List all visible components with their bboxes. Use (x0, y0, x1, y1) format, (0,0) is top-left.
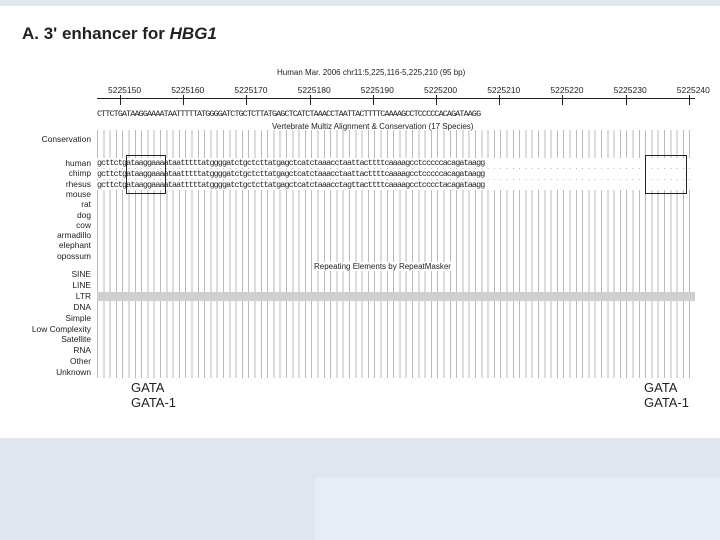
gata-left-line1: GATA (131, 380, 165, 395)
human-sequence: gcttctgataaggaaaataatttttatggggatctgctct… (97, 158, 695, 168)
species-label: human (65, 158, 91, 168)
ruler-tick (625, 95, 627, 105)
position-label: 5225180 (297, 85, 331, 95)
gata-right-line1: GATA (644, 380, 678, 395)
repeat-class-label: LTR (75, 290, 91, 301)
ruler-tick (183, 95, 185, 105)
position-label: 5225220 (550, 85, 584, 95)
position-label: 5225190 (360, 85, 394, 95)
species-label: elephant (58, 240, 91, 251)
position-label: 5225160 (171, 85, 205, 95)
species-label: mouse (65, 188, 91, 199)
conservation-label: Conservation (41, 134, 91, 144)
repeat-class-label: RNA (73, 345, 91, 356)
ruler-line (97, 98, 695, 99)
figure-title: A. 3' enhancer for HBG1 (22, 24, 217, 43)
bottom-box (315, 478, 720, 540)
position-label: 5225170 (234, 85, 268, 95)
ruler-tick (246, 95, 248, 105)
gata-box-right (645, 155, 687, 194)
repeat-class-label: Low Complexity (31, 323, 91, 334)
repeat-class-label: DNA (73, 301, 91, 312)
species-label: cow (76, 219, 91, 230)
repeat-class-label: Simple (65, 312, 91, 323)
ruler-tick (436, 95, 437, 105)
gata-right-line2: GATA-1 (644, 395, 690, 410)
rhesus-sequence: gcttctgataaggaaaataatttttatggggatctgctct… (97, 180, 695, 190)
species-label: chimp (68, 168, 91, 179)
gata-box-left (126, 155, 166, 194)
species-label: dog (77, 209, 91, 220)
ruler-tick (688, 95, 690, 105)
repeat-class-label: Other (70, 356, 91, 367)
species-label: armadillo (57, 230, 91, 241)
species-label: opossum (57, 250, 91, 261)
ruler-tick (309, 95, 311, 105)
repeat-class-label: SINE (71, 269, 91, 279)
gene-name: HBG1 (169, 24, 217, 43)
position-label: 5225210 (487, 85, 521, 95)
position-label: 5225150 (108, 85, 142, 95)
species-label: rhesus (65, 178, 91, 189)
repeat-class-label: Satellite (61, 334, 91, 345)
gata-label-right: GATA GATA-1 (644, 380, 689, 410)
gata-label-left: GATA GATA-1 (131, 380, 176, 410)
ruler-tick (120, 95, 121, 105)
repeat-class-label: Unknown (56, 367, 91, 378)
gata-left-line2: GATA-1 (131, 395, 177, 410)
ruler-tick (499, 95, 501, 105)
position-label: 5225230 (613, 85, 647, 95)
chimp-sequence: gcttctgataaggaaaataatttttatggggatctgctct… (97, 169, 695, 179)
assembly-label: Human Mar. 2006 chr11:5,225,116-5,225,21… (277, 68, 466, 77)
species-label: rat (81, 199, 91, 210)
position-label: 5225240 (676, 85, 710, 95)
repeat-class-label: LINE (72, 279, 91, 290)
ruler-tick (562, 95, 564, 105)
ltr-bar (97, 292, 695, 301)
ruler-tick (372, 95, 374, 105)
reference-sequence: CTTCTGATAAGGAAAATAATTTTTATGGGGATCTGCTCTT… (97, 109, 481, 119)
repeat-title: Repeating Elements by RepeatMasker (312, 262, 453, 271)
position-label: 5225200 (424, 85, 458, 95)
